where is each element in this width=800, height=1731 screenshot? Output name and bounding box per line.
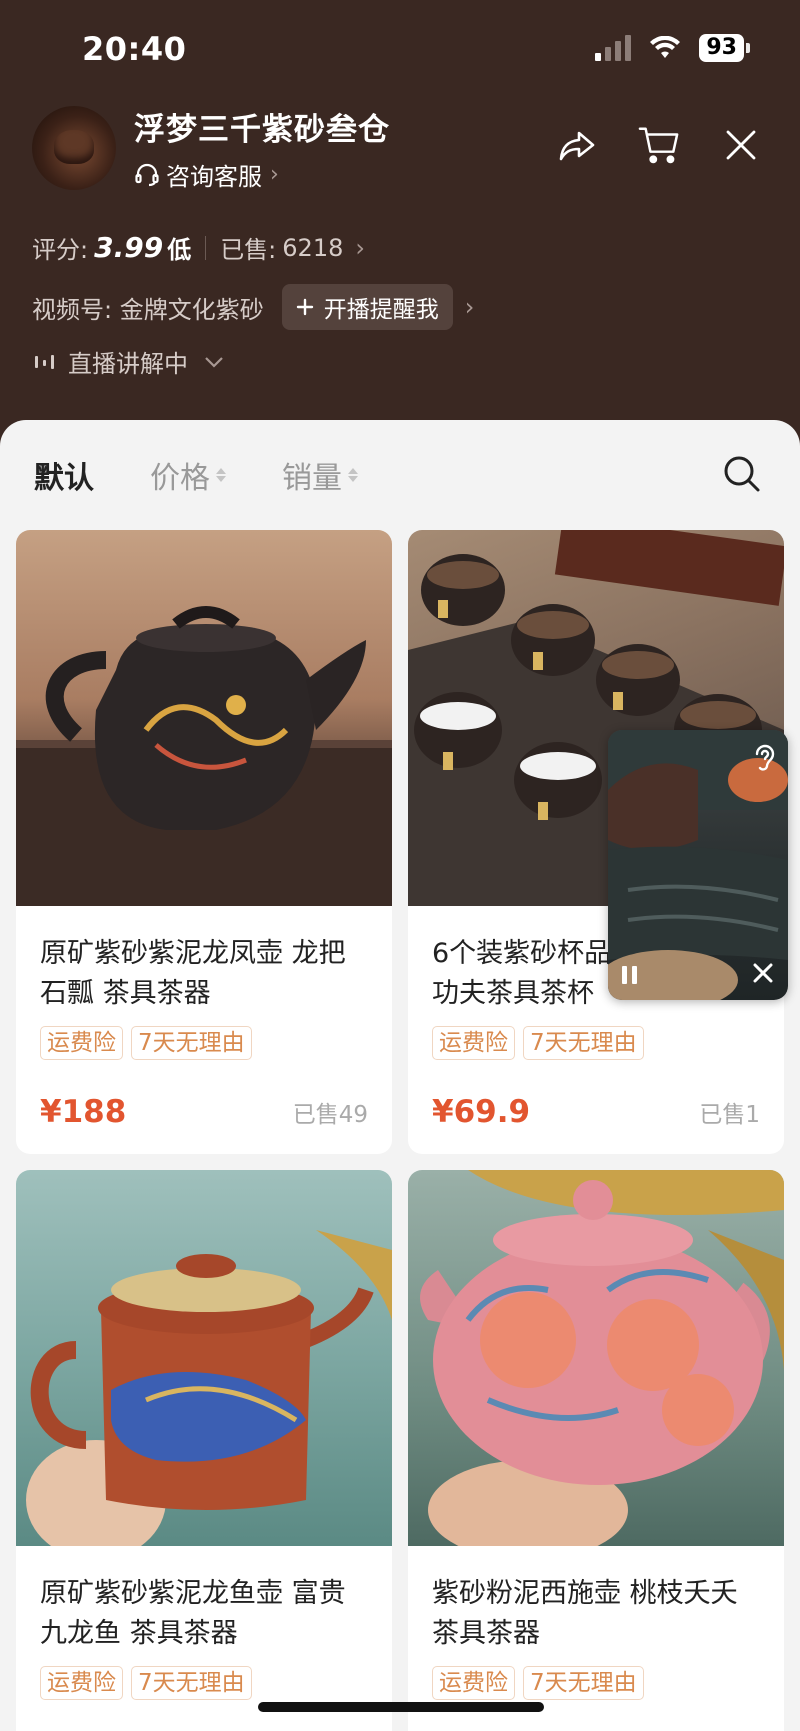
shipping-insurance-tag: 运费险	[432, 1666, 515, 1700]
sort-arrows-icon	[216, 468, 226, 482]
close-icon[interactable]	[752, 962, 774, 988]
sort-sales-tab[interactable]: 销量	[282, 453, 358, 497]
live-reminder-label: 开播提醒我	[323, 297, 439, 323]
plus-icon	[296, 298, 313, 316]
sort-sales-label: 销量	[282, 461, 342, 496]
ear-icon[interactable]	[752, 742, 778, 778]
product-price: ¥69.9	[432, 1094, 531, 1130]
product-card[interactable]: 原矿紫砂紫泥龙凤壶 龙把石瓢 茶具茶器 运费险 7天无理由 ¥188 已售49	[16, 530, 392, 1154]
shop-stats[interactable]: 评分: 3.99 低 已售: 6218 ›	[32, 230, 365, 265]
score-label: 评分:	[32, 236, 89, 264]
close-icon[interactable]	[720, 124, 762, 166]
search-icon	[724, 456, 760, 492]
product-panel: 默认 价格 销量 原矿紫砂紫泥龙凤壶 龙把石瓢 茶具茶器 运费险 7天无理由 ¥…	[0, 420, 800, 1731]
live-explain-label: 直播讲解中	[68, 350, 188, 378]
headset-icon	[135, 163, 159, 186]
product-price: ¥188	[40, 1094, 127, 1130]
shop-name[interactable]: 浮梦三千紫砂叁仓	[134, 104, 390, 149]
return-policy-tag: 7天无理由	[131, 1666, 252, 1700]
pause-icon[interactable]	[622, 966, 637, 984]
live-reminder-button[interactable]: 开播提醒我	[281, 284, 453, 330]
share-icon[interactable]	[556, 124, 598, 166]
header-actions	[556, 124, 762, 166]
product-card[interactable]: 原矿紫砂紫泥龙鱼壶 富贵九龙鱼 茶具茶器 运费险 7天无理由	[16, 1170, 392, 1731]
sort-price-label: 价格	[150, 461, 210, 496]
channel-label: 视频号: 金牌文化紫砂	[32, 295, 264, 324]
return-policy-tag: 7天无理由	[523, 1026, 644, 1060]
status-icons: 93	[595, 34, 750, 62]
score-value: 3.99	[94, 231, 164, 264]
product-title: 原矿紫砂紫泥龙鱼壶 富贵九龙鱼 茶具茶器	[40, 1578, 346, 1649]
shipping-insurance-tag: 运费险	[432, 1026, 515, 1060]
sort-price-tab[interactable]: 价格	[150, 453, 226, 497]
chevron-right-icon: ›	[355, 233, 365, 262]
signal-icon	[595, 35, 632, 61]
channel-row: 视频号: 金牌文化紫砂 开播提醒我 ›	[32, 284, 474, 330]
product-sold: 已售1	[699, 1102, 760, 1128]
sort-bar: 默认 价格 销量	[0, 420, 800, 530]
product-grid: 原矿紫砂紫泥龙凤壶 龙把石瓢 茶具茶器 运费险 7天无理由 ¥188 已售49	[16, 530, 784, 1731]
sort-default-tab[interactable]: 默认	[34, 453, 94, 497]
customer-service-label: 咨询客服	[166, 163, 262, 191]
return-policy-tag: 7天无理由	[523, 1666, 644, 1700]
search-button[interactable]	[722, 454, 762, 498]
shipping-insurance-tag: 运费险	[40, 1666, 123, 1700]
chevron-right-icon: ›	[464, 293, 475, 321]
product-title: 紫砂粉泥西施壶 桃枝夭夭茶具茶器	[432, 1578, 738, 1649]
sort-default-label: 默认	[34, 461, 94, 496]
wifi-icon	[650, 36, 681, 58]
chevron-right-icon: ›	[270, 162, 279, 187]
home-indicator[interactable]	[258, 1702, 544, 1712]
shop-row[interactable]: 浮梦三千紫砂叁仓 咨询客服 ›	[32, 104, 390, 192]
return-policy-tag: 7天无理由	[131, 1026, 252, 1060]
status-time: 20:40	[82, 30, 187, 68]
battery-level: 93	[699, 34, 744, 62]
cart-icon[interactable]	[638, 124, 680, 166]
battery-icon: 93	[699, 34, 750, 62]
product-title: 原矿紫砂紫泥龙凤壶 龙把石瓢 茶具茶器	[40, 938, 346, 1009]
sold-label: 已售:	[220, 236, 277, 264]
floating-live-video[interactable]	[608, 730, 788, 1000]
product-card[interactable]: 紫砂粉泥西施壶 桃枝夭夭茶具茶器 运费险 7天无理由	[408, 1170, 784, 1731]
live-explain-dropdown[interactable]: 直播讲解中	[34, 344, 224, 379]
sort-arrows-icon	[348, 468, 358, 482]
customer-service-link[interactable]: 咨询客服 ›	[134, 157, 390, 192]
shop-avatar[interactable]	[32, 106, 116, 190]
product-image[interactable]	[16, 530, 392, 906]
product-image[interactable]	[16, 1170, 392, 1546]
sold-value: 6218	[282, 233, 344, 262]
shipping-insurance-tag: 运费险	[40, 1026, 123, 1060]
product-image[interactable]	[408, 1170, 784, 1546]
audio-wave-icon	[35, 354, 54, 369]
product-sold: 已售49	[292, 1102, 368, 1128]
score-level: 低	[167, 236, 192, 264]
shop-header: 20:40 93 浮梦三千紫砂叁仓 咨询客服 › 评分: 3.99 低 已售: …	[0, 0, 800, 440]
chevron-down-icon	[205, 356, 223, 368]
